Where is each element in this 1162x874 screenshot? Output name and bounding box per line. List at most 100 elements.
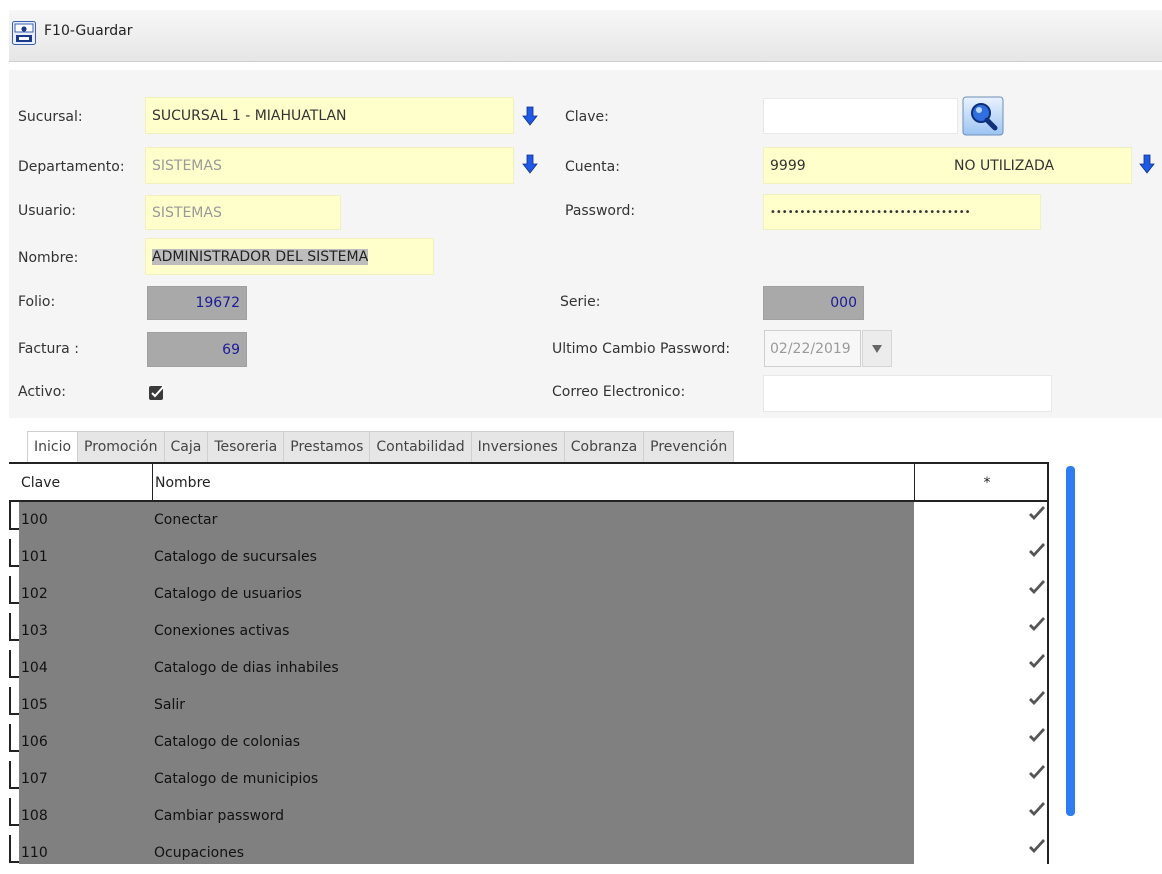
ultimo-cambio-field[interactable]: 02/22/2019 <box>764 330 861 367</box>
table-row[interactable]: 103 Conexiones activas <box>9 613 1047 650</box>
table-row[interactable]: 100 Conectar <box>9 502 1047 539</box>
password-input[interactable]: •••••••••••••••••••••••••••••••••• <box>763 194 1041 230</box>
table-row[interactable]: 108 Cambiar password <box>9 798 1047 835</box>
password-label: Password: <box>565 203 636 219</box>
sucursal-field[interactable]: SUCURSAL 1 - MIAHUATLAN <box>145 97 514 134</box>
table-row[interactable]: 106 Catalogo de colonias <box>9 724 1047 761</box>
row-edge <box>9 713 19 715</box>
row-edge <box>9 539 11 565</box>
column-divider <box>914 464 915 500</box>
serie-field: 000 <box>763 286 864 320</box>
cell-clave: 106 <box>21 734 48 750</box>
cell-clave: 110 <box>21 845 48 861</box>
column-header-nombre[interactable]: Nombre <box>155 464 211 500</box>
check-icon[interactable] <box>1027 837 1047 857</box>
column-header-mark[interactable]: * <box>977 464 997 500</box>
correo-input[interactable] <box>763 375 1052 412</box>
tab-contabilidad[interactable]: Contabilidad <box>370 431 472 464</box>
cell-nombre: Salir <box>154 697 186 713</box>
sucursal-label: Sucursal: <box>18 109 83 125</box>
save-button-label[interactable]: F10-Guardar <box>44 23 132 39</box>
check-icon[interactable] <box>1027 763 1047 783</box>
cell-nombre: Catalogo de colonias <box>154 734 301 750</box>
arrow-down-icon[interactable] <box>517 100 543 132</box>
tab-promocion[interactable]: Promoción <box>78 431 165 464</box>
factura-label: Factura : <box>18 341 79 357</box>
clave-label: Clave: <box>565 109 609 125</box>
serie-label: Serie: <box>560 294 601 310</box>
check-icon[interactable] <box>1027 578 1047 598</box>
check-icon[interactable] <box>1027 652 1047 672</box>
cell-clave: 107 <box>21 771 48 787</box>
ultimo-cambio-label: Ultimo Cambio Password: <box>552 341 731 357</box>
row-edge <box>9 502 11 528</box>
row-edge <box>9 687 11 713</box>
table-row[interactable]: 102 Catalogo de usuarios <box>9 576 1047 613</box>
table-row[interactable]: 104 Catalogo de dias inhabiles <box>9 650 1047 687</box>
cuenta-field[interactable]: 9999 NO UTILIZADA <box>763 147 1132 184</box>
search-icon[interactable] <box>962 96 1004 136</box>
activo-label: Activo: <box>18 384 66 400</box>
cell-nombre: Cambiar password <box>154 808 285 824</box>
tab-cobranza[interactable]: Cobranza <box>564 431 645 464</box>
row-edge <box>9 835 11 861</box>
tab-bar: Inicio Promoción Caja Tesoreria Prestamos Con… <box>27 431 735 464</box>
departamento-field[interactable]: SISTEMAS <box>145 147 514 184</box>
table-row[interactable]: 107 Catalogo de municipios <box>9 761 1047 798</box>
row-edge <box>9 528 19 530</box>
table-row[interactable]: 110 Ocupaciones <box>9 835 1047 864</box>
cell-clave: 100 <box>21 512 48 528</box>
check-icon[interactable] <box>1027 504 1047 524</box>
cell-nombre: Conectar <box>154 512 218 528</box>
cell-nombre: Catalogo de dias inhabiles <box>154 660 339 676</box>
factura-field: 69 <box>147 332 247 367</box>
row-edge <box>9 824 19 826</box>
row-edge <box>9 565 19 567</box>
tab-prestamos[interactable]: Prestamos <box>284 431 371 464</box>
column-header-clave[interactable]: Clave <box>21 464 60 500</box>
row-edge <box>9 576 11 602</box>
vertical-scrollbar[interactable] <box>1066 466 1075 816</box>
check-icon[interactable] <box>1027 726 1047 746</box>
checkbox-activo[interactable] <box>149 385 165 400</box>
folio-label: Folio: <box>18 294 56 310</box>
tab-prevencion[interactable]: Prevención <box>644 431 735 464</box>
check-icon[interactable] <box>1027 800 1047 820</box>
cell-clave: 108 <box>21 808 48 824</box>
cell-nombre: Catalogo de sucursales <box>154 549 317 565</box>
clave-input[interactable] <box>763 98 958 134</box>
nombre-value: ADMINISTRADOR DEL SISTEMA <box>152 248 369 265</box>
check-icon[interactable] <box>1027 615 1047 635</box>
row-edge <box>9 798 11 824</box>
cell-clave: 103 <box>21 623 48 639</box>
row-edge <box>9 650 11 676</box>
cell-nombre: Conexiones activas <box>154 623 290 639</box>
grid-header: Clave Nombre * <box>9 464 1047 502</box>
column-divider <box>152 464 153 500</box>
cuenta-description: NO UTILIZADA <box>954 157 1055 174</box>
check-icon[interactable] <box>1027 689 1047 709</box>
save-icon[interactable] <box>12 21 36 45</box>
tab-inversiones[interactable]: Inversiones <box>471 431 565 464</box>
arrow-down-icon[interactable] <box>517 148 543 180</box>
tab-tesoreria[interactable]: Tesoreria <box>208 431 285 464</box>
usuario-field[interactable]: SISTEMAS <box>145 195 341 230</box>
table-row[interactable]: 105 Salir <box>9 687 1047 724</box>
nombre-field[interactable]: ADMINISTRADOR DEL SISTEMA <box>145 238 434 275</box>
tab-caja[interactable]: Caja <box>164 431 209 464</box>
departamento-label: Departamento: <box>18 159 125 175</box>
row-edge <box>9 761 11 787</box>
table-row[interactable]: 101 Catalogo de sucursales <box>9 539 1047 576</box>
check-icon[interactable] <box>1027 541 1047 561</box>
cell-nombre: Catalogo de usuarios <box>154 586 302 602</box>
row-edge <box>9 750 19 752</box>
cuenta-value: 9999 <box>770 157 806 174</box>
chevron-down-icon[interactable] <box>862 330 892 367</box>
row-edge <box>9 787 19 789</box>
cell-clave: 105 <box>21 697 48 713</box>
row-edge <box>9 676 19 678</box>
tab-inicio[interactable]: Inicio <box>27 431 79 464</box>
row-edge <box>9 724 11 750</box>
arrow-down-icon[interactable] <box>1134 148 1160 180</box>
row-edge <box>9 861 19 863</box>
